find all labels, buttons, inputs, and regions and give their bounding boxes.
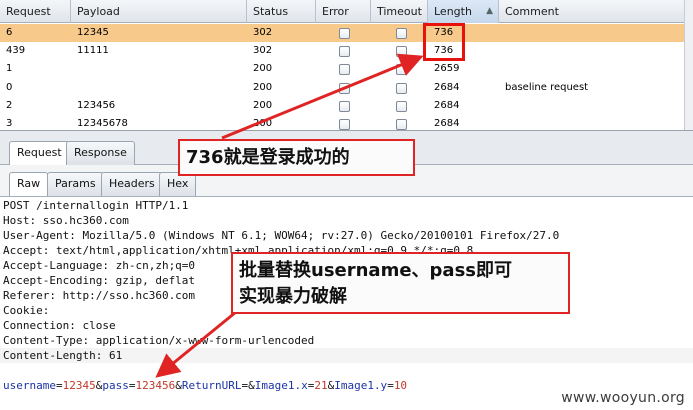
annotation-arrows: [155, 53, 424, 378]
arrow-to-length: [221, 53, 424, 140]
annotation-bruteforce-line2: 实现暴力破解: [239, 286, 347, 307]
arrow-to-body: [155, 310, 237, 378]
watermark: www.wooyun.org: [561, 390, 685, 406]
annotation-login-success: 736就是登录成功的: [178, 139, 415, 176]
annotation-bruteforce: 批量替换username、pass即可 实现暴力破解: [231, 252, 570, 314]
annotation-bruteforce-line1: 批量替换username、pass即可: [239, 260, 512, 281]
